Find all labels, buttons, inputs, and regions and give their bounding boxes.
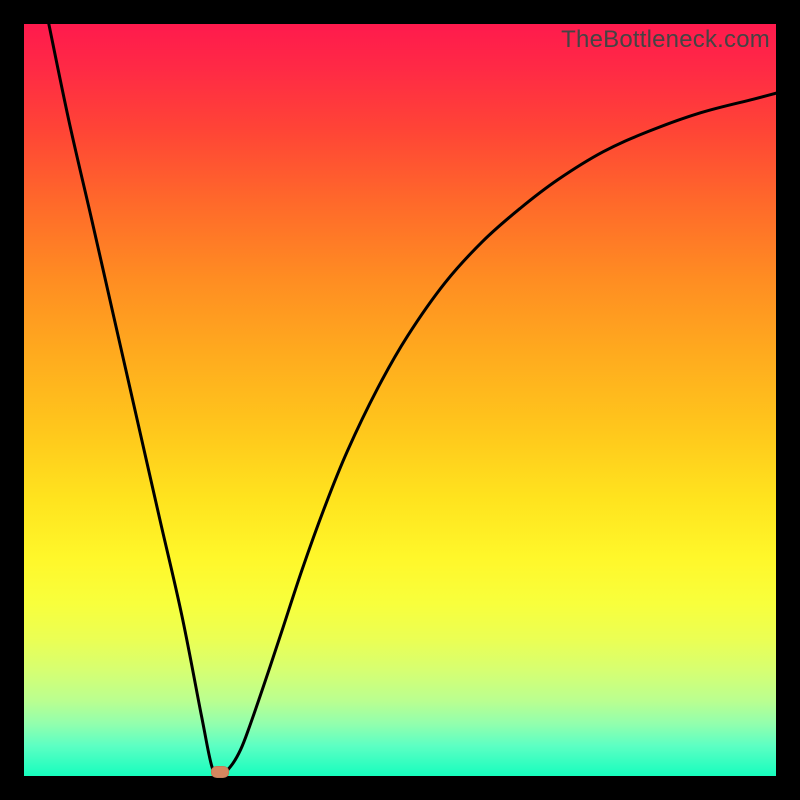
chart-gradient-background	[24, 24, 776, 776]
chart-marker-dot	[211, 766, 229, 778]
chart-frame: TheBottleneck.com	[24, 24, 776, 776]
watermark-text: TheBottleneck.com	[561, 26, 770, 54]
